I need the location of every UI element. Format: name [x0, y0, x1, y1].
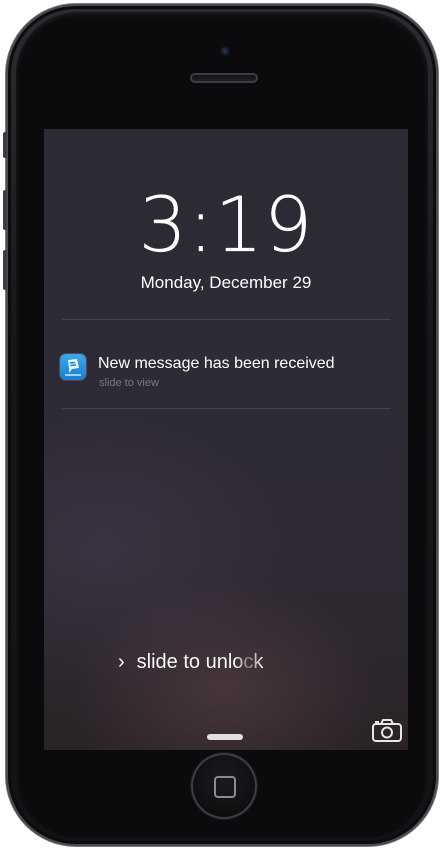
- chevron-right-icon: ›: [118, 650, 125, 673]
- clock-time: 3:19: [138, 180, 314, 269]
- notification-title[interactable]: New message has been received: [98, 355, 335, 373]
- mute-switch: [3, 132, 7, 158]
- chat-app-icon[interactable]: [60, 354, 86, 380]
- clock-date: Monday, December 29: [140, 273, 312, 292]
- front-camera: [220, 46, 230, 56]
- control-center-grabber[interactable]: [207, 734, 243, 740]
- volume-down-button: [3, 250, 7, 290]
- volume-up-button: [3, 190, 7, 230]
- home-button-icon: [214, 776, 236, 798]
- camera-icon[interactable]: [371, 717, 403, 743]
- notification-subtitle: slide to view: [99, 377, 159, 389]
- home-button[interactable]: [191, 753, 257, 819]
- earpiece-speaker: [190, 73, 258, 83]
- lock-screen: 3:19 Monday, December 29 New message has…: [44, 129, 408, 750]
- slide-to-unlock[interactable]: › slide to unlock: [118, 649, 263, 675]
- device-frame: 3:19 Monday, December 29 New message has…: [0, 0, 447, 854]
- slide-to-unlock-label: slide to unlock: [136, 650, 264, 673]
- divider-bottom: [62, 408, 390, 409]
- divider-top: [62, 319, 390, 320]
